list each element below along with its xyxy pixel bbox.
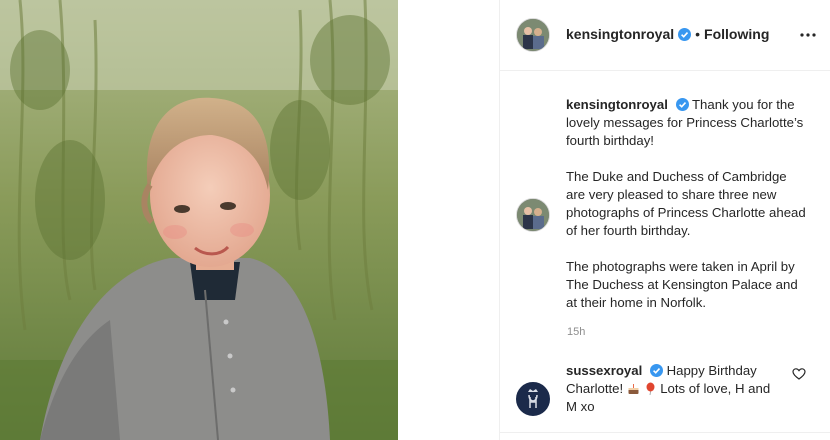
- balloon-emoji-icon: [644, 382, 657, 396]
- post-timestamp: 15h: [567, 326, 586, 338]
- more-options-icon[interactable]: [799, 26, 817, 44]
- author-username[interactable]: kensingtonroyal: [566, 26, 674, 42]
- like-comment-heart-icon[interactable]: [792, 367, 806, 381]
- family-photo-icon: [517, 19, 549, 51]
- caption-text-2: The Duke and Duchess of Cambridge are ve…: [566, 169, 806, 238]
- cake-emoji-icon: [627, 382, 640, 395]
- caption-text-3: The photographs were taken in April by T…: [566, 259, 798, 310]
- post-details-panel: kensingtonroyal • Following kensingtonro…: [499, 0, 830, 440]
- commenter-avatar[interactable]: [516, 382, 550, 416]
- author-avatar[interactable]: [516, 18, 550, 52]
- post-header: kensingtonroyal • Following: [500, 0, 830, 71]
- divider: [500, 432, 830, 433]
- following-button[interactable]: Following: [704, 26, 769, 42]
- verified-badge-icon: [649, 364, 663, 377]
- caption-paragraph: kensingtonroyal Thank you for the lovely…: [566, 96, 808, 150]
- post-caption: kensingtonroyal Thank you for the lovely…: [566, 96, 808, 312]
- monogram-crest-icon: [517, 383, 549, 415]
- photo-girl-image: [0, 0, 398, 440]
- spacer: [398, 0, 499, 440]
- family-photo-icon: [517, 199, 549, 231]
- caption-author-avatar[interactable]: [516, 198, 550, 232]
- post-photo[interactable]: [0, 0, 398, 440]
- commenter-username[interactable]: sussexroyal: [566, 363, 642, 378]
- caption-author-username[interactable]: kensingtonroyal: [566, 97, 668, 112]
- comment: sussexroyal Happy Birthday Charlotte! Lo…: [566, 362, 778, 416]
- verified-badge-icon: [678, 27, 692, 41]
- verified-badge-icon: [675, 98, 689, 111]
- separator-dot: •: [695, 26, 701, 42]
